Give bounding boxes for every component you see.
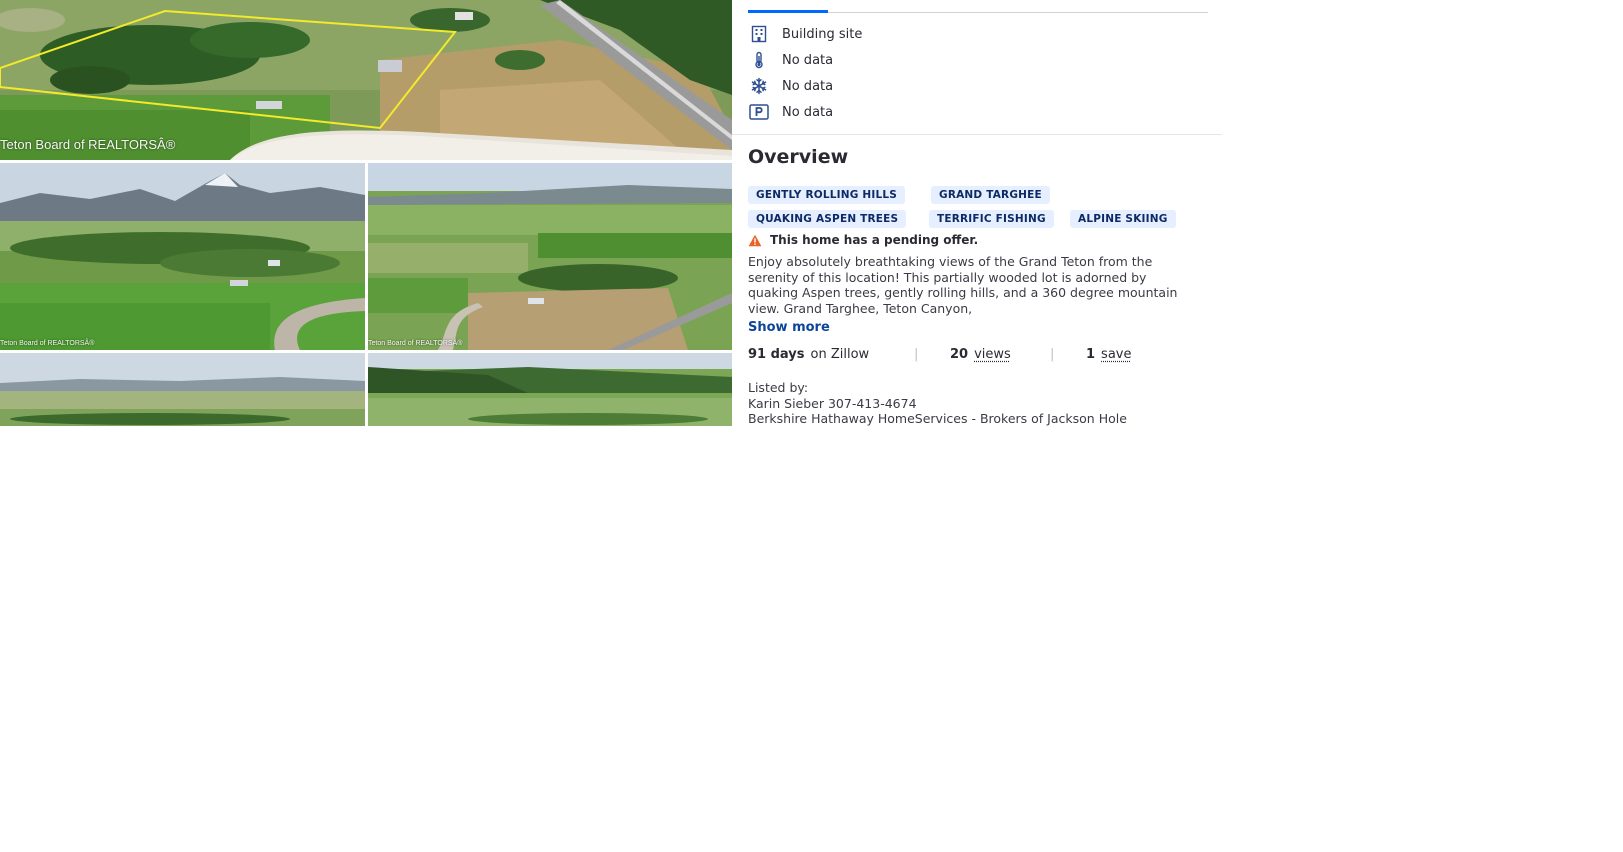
fact-label: No data	[782, 104, 834, 120]
brokerage-name: Berkshire Hathaway HomeServices - Broker…	[748, 411, 1127, 427]
section-divider	[732, 134, 1222, 135]
thermometer-icon	[748, 49, 770, 71]
listed-by-section: Listed by: Karin Sieber 307-413-4674 Ber…	[748, 380, 1127, 427]
photo-gallery: Teton Board of REALTORSÂ® Teton Board of…	[0, 0, 732, 426]
active-tab-indicator	[748, 10, 828, 13]
gallery-photo-3[interactable]: Teton Board of REALTORSÂ®	[368, 163, 732, 350]
feature-tag: ALPINE SKIING	[1070, 210, 1176, 228]
feature-tag: TERRIFIC FISHING	[929, 210, 1054, 228]
photo-watermark: Teton Board of REALTORSÂ®	[0, 340, 95, 347]
photo-watermark: Teton Board of REALTORSÂ®	[368, 340, 463, 347]
stats-separator: |	[914, 347, 919, 362]
show-more-link[interactable]: Show more	[748, 320, 830, 335]
parking-icon	[748, 101, 770, 123]
overview-title: Overview	[748, 146, 849, 168]
feature-tag: GRAND TARGHEE	[931, 186, 1050, 204]
saves-value: 1	[1086, 347, 1096, 362]
photo-watermark: Teton Board of REALTORSÂ®	[0, 137, 176, 152]
fact-item: Building site	[748, 21, 1208, 47]
saves-stat: 1 save	[1086, 347, 1131, 362]
gallery-photo-2[interactable]: Teton Board of REALTORSÂ®	[0, 163, 365, 350]
facts-list: Building site No data No data No data	[748, 21, 1208, 125]
gallery-photo-main[interactable]: Teton Board of REALTORSÂ®	[0, 0, 732, 160]
pending-offer-notice: This home has a pending offer.	[748, 233, 978, 247]
building-icon	[748, 23, 770, 45]
fact-item: No data	[748, 73, 1208, 99]
days-on-zillow-stat: 91 days on Zillow	[748, 347, 869, 362]
fact-item: No data	[748, 99, 1208, 125]
stats-separator: |	[1050, 347, 1055, 362]
panorama-photo-image	[0, 353, 365, 426]
saves-link[interactable]: save	[1101, 347, 1131, 362]
agent-name-phone: Karin Sieber 307-413-4674	[748, 395, 917, 411]
feature-tag: GENTLY ROLLING HILLS	[748, 186, 906, 204]
gallery-photo-5[interactable]	[368, 353, 732, 426]
fact-label: No data	[782, 52, 834, 68]
fact-label: Building site	[782, 26, 863, 42]
days-on-zillow-label: on Zillow	[810, 347, 870, 362]
listing-stats: 91 days on Zillow | 20 views | 1 save	[748, 347, 1208, 367]
valley-photo-image	[368, 163, 732, 350]
aerial-photo-image	[0, 0, 732, 160]
views-stat: 20 views	[950, 347, 1011, 362]
views-link[interactable]: views	[974, 347, 1011, 362]
feature-tag: QUAKING ASPEN TREES	[748, 210, 907, 228]
mountain-view-photo-image	[0, 163, 365, 350]
snowflake-icon	[748, 75, 770, 97]
pending-offer-text: This home has a pending offer.	[770, 233, 979, 247]
listing-description: Enjoy absolutely breathtaking views of t…	[748, 254, 1178, 317]
warning-icon	[748, 234, 762, 246]
hillside-photo-image	[368, 353, 732, 426]
fact-item: No data	[748, 47, 1208, 73]
fact-label: No data	[782, 78, 834, 94]
listing-page: Teton Board of REALTORSÂ® Teton Board of…	[0, 0, 1623, 852]
gallery-photo-4[interactable]	[0, 353, 365, 426]
views-value: 20	[950, 347, 969, 362]
listed-by-label: Listed by:	[748, 380, 809, 395]
days-on-zillow-value: 91 days	[748, 347, 805, 362]
